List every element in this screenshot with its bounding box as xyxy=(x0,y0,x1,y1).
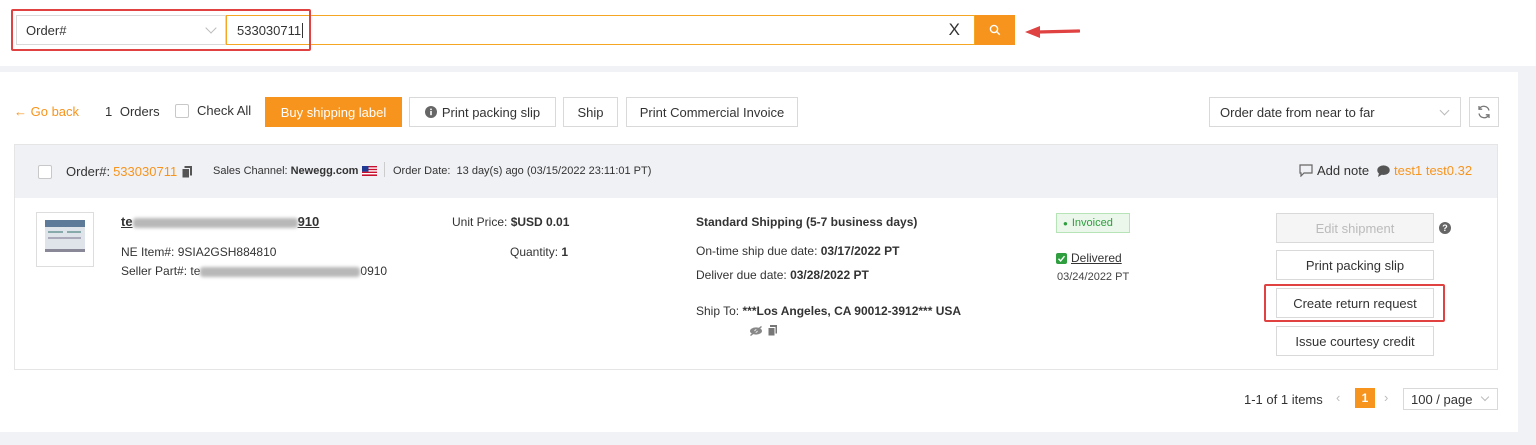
comment-outline-icon xyxy=(1299,164,1313,177)
orders-count: 1 Orders xyxy=(105,104,160,119)
product-name-end: 910 xyxy=(297,214,320,229)
copy-icon[interactable] xyxy=(182,165,193,178)
print-packing-slip-label: Print packing slip xyxy=(441,104,541,120)
orders-count-number: 1 xyxy=(105,104,113,119)
order-checkbox[interactable] xyxy=(38,165,52,179)
ship-due-date: On-time ship due date: 03/17/2022 PT xyxy=(696,244,899,258)
chevron-down-icon xyxy=(1480,392,1490,402)
invoiced-badge: ● Invoiced xyxy=(1056,213,1130,233)
edit-shipment-button[interactable]: Edit shipment xyxy=(1276,213,1434,243)
refresh-button[interactable] xyxy=(1469,97,1499,127)
check-all-checkbox[interactable] xyxy=(175,103,189,118)
unit-price-label: Unit Price: xyxy=(452,215,508,229)
sort-select[interactable]: Order date from near to far xyxy=(1209,97,1461,127)
seller-part-end: 0910 xyxy=(360,264,388,278)
product-name-link[interactable]: te 910 xyxy=(121,214,319,229)
sales-channel-label: Sales Channel: xyxy=(213,165,288,177)
invoiced-label: Invoiced xyxy=(1071,217,1113,229)
add-note-link[interactable]: Add note xyxy=(1317,163,1369,178)
order-date-label: Order Date: xyxy=(393,165,451,177)
ne-item-value: 9SIA2GSH884810 xyxy=(177,245,277,259)
prev-page-icon[interactable]: ‹ xyxy=(1336,390,1340,405)
ship-to-value: ***Los Angeles, CA 90012-3912*** USA xyxy=(742,304,962,318)
note-text[interactable]: test1 test0.32 xyxy=(1394,163,1472,178)
next-page-icon[interactable]: › xyxy=(1384,390,1388,405)
orders-count-label: Orders xyxy=(119,104,160,119)
unit-price: Unit Price: $USD 0.01 xyxy=(452,215,569,229)
print-commercial-invoice-button[interactable]: Print Commercial Invoice xyxy=(626,97,798,127)
hide-eye-icon[interactable] xyxy=(749,325,763,336)
order-date: Order Date: 13 day(s) ago (03/15/2022 23… xyxy=(393,165,651,177)
redacted-seller-part xyxy=(200,266,361,277)
highlight-search-box xyxy=(11,9,311,51)
header-divider xyxy=(384,162,385,177)
order-number-label: Order#: xyxy=(66,164,111,179)
chevron-down-icon xyxy=(1439,105,1450,116)
delivered-check-icon xyxy=(1056,252,1067,264)
order-number-group: Order#: 533030711 xyxy=(66,164,193,179)
order-date-value: 13 day(s) ago (03/15/2022 23:11:01 PT) xyxy=(456,165,652,177)
highlight-return-button xyxy=(1264,284,1445,322)
svg-text:?: ? xyxy=(1442,223,1448,233)
deliver-due-value: 03/28/2022 PT xyxy=(790,268,869,282)
annotation-arrow-icon xyxy=(1025,26,1080,38)
ne-item-label: NE Item#: xyxy=(121,245,175,259)
deliver-due-date: Deliver due date: 03/28/2022 PT xyxy=(696,268,869,282)
add-note-group[interactable]: Add note test1 test0.32 xyxy=(1299,163,1472,178)
sales-channel-value: Newegg.com xyxy=(290,165,359,177)
help-icon[interactable]: ? xyxy=(1439,222,1451,234)
delivered-status[interactable]: Delivered xyxy=(1056,251,1122,265)
copy-icon[interactable] xyxy=(768,325,777,336)
search-icon xyxy=(989,24,1001,36)
sales-channel: Sales Channel: Newegg.com xyxy=(213,165,378,177)
per-page-value: 100 / page xyxy=(1411,391,1473,407)
quantity-value: 1 xyxy=(561,245,569,259)
ship-button[interactable]: Ship xyxy=(563,97,618,127)
print-packing-slip-action-button[interactable]: Print packing slip xyxy=(1276,250,1434,280)
print-packing-slip-button[interactable]: Print packing slip xyxy=(409,97,556,127)
comment-filled-icon xyxy=(1377,164,1390,177)
ship-to: Ship To: ***Los Angeles, CA 90012-3912**… xyxy=(696,304,961,318)
product-thumbnail[interactable] xyxy=(36,212,94,267)
deliver-due-label: Deliver due date: xyxy=(696,268,787,282)
ship-due-value: 03/17/2022 PT xyxy=(820,244,900,258)
status-dot-icon: ● xyxy=(1063,218,1068,228)
ne-item: NE Item#: 9SIA2GSH884810 xyxy=(121,245,276,259)
buy-shipping-label-button[interactable]: Buy shipping label xyxy=(265,97,402,127)
quantity-label: Quantity: xyxy=(510,245,559,259)
sort-select-value: Order date from near to far xyxy=(1220,104,1375,120)
ship-due-label: On-time ship due date: xyxy=(696,244,818,258)
unit-price-value: $USD 0.01 xyxy=(510,215,570,229)
shipping-method: Standard Shipping (5-7 business days) xyxy=(696,215,918,229)
seller-part-start: te xyxy=(190,264,201,278)
ship-to-label: Ship To: xyxy=(696,304,740,318)
product-image-icon xyxy=(45,220,85,252)
search-button[interactable] xyxy=(975,15,1015,45)
delivered-link[interactable]: Delivered xyxy=(1071,251,1122,265)
ship-to-tools xyxy=(749,325,777,336)
us-flag-icon xyxy=(362,166,378,176)
per-page-select[interactable]: 100 / page xyxy=(1403,388,1498,410)
check-all[interactable]: Check All xyxy=(175,103,251,118)
pagination-summary: 1-1 of 1 items xyxy=(1244,392,1323,407)
refresh-icon xyxy=(1478,105,1490,119)
order-number-link[interactable]: 533030711 xyxy=(113,164,177,179)
clear-search-icon[interactable]: X xyxy=(949,20,960,40)
seller-part: Seller Part#: te 0910 xyxy=(121,264,387,278)
quantity: Quantity: 1 xyxy=(510,245,568,259)
seller-part-label: Seller Part#: xyxy=(121,264,188,278)
product-name-start: te xyxy=(121,214,133,229)
page-1-button[interactable]: 1 xyxy=(1355,388,1375,408)
issue-courtesy-credit-button[interactable]: Issue courtesy credit xyxy=(1276,326,1434,356)
redacted-product-name xyxy=(132,217,298,228)
go-back-link[interactable]: ← Go back xyxy=(14,104,79,119)
info-icon xyxy=(424,106,437,118)
check-all-label: Check All xyxy=(197,103,252,118)
search-input[interactable]: 533030711 X xyxy=(226,15,975,45)
delivered-date: 03/24/2022 PT xyxy=(1057,271,1130,283)
